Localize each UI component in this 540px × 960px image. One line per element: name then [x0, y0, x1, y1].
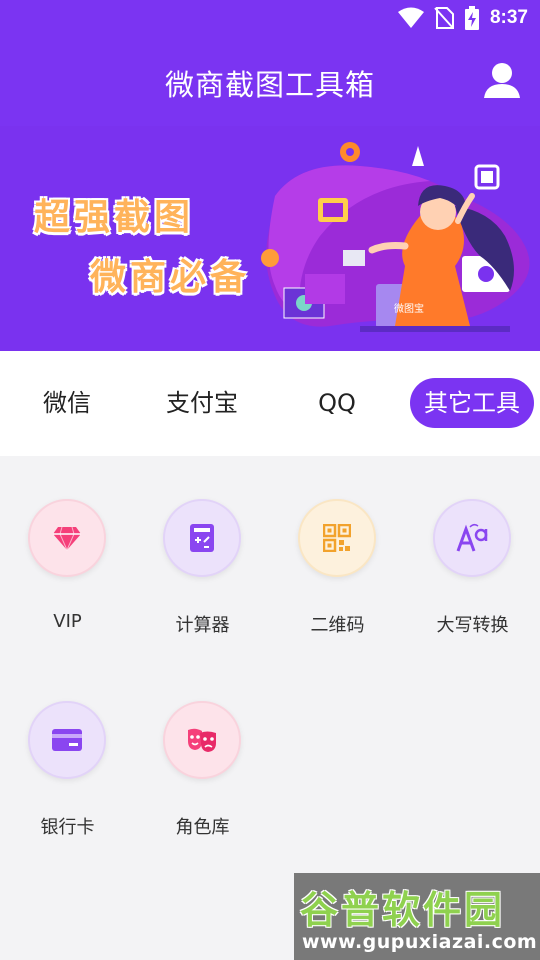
tool-label: 角色库 [175, 817, 230, 838]
category-tabs: 微信 支付宝 QQ 其它工具 [0, 351, 540, 456]
banner-laptop-label: 微图宝 [394, 304, 424, 315]
watermark: 谷普软件园 www.gupuxiazai.com [294, 873, 540, 960]
tool-label: 计算器 [175, 615, 230, 636]
qr-code-icon [323, 524, 351, 552]
wifi-icon [397, 7, 424, 28]
tool-icon-wrap [163, 701, 241, 779]
diamond-icon [53, 526, 81, 551]
status-bar: 8:37 [0, 0, 540, 36]
tool-label: 银行卡 [40, 817, 95, 838]
user-icon[interactable] [482, 60, 522, 100]
banner-subheadline: 微商必备 [90, 257, 251, 298]
tab-other-tools[interactable]: 其它工具 [410, 378, 534, 428]
status-time: 8:37 [489, 7, 528, 28]
watermark-url: www.gupuxiazai.com [302, 931, 538, 953]
watermark-title: 谷普软件园 [300, 888, 506, 932]
tab-wechat[interactable]: 微信 [17, 378, 117, 428]
no-sim-icon [434, 7, 454, 29]
app-bar: 微商截图工具箱 [0, 36, 540, 126]
bank-card-icon [52, 729, 82, 751]
tool-label: 二维码 [310, 615, 365, 636]
tab-alipay[interactable]: 支付宝 [152, 378, 252, 428]
banner-headline: 超强截图 [34, 197, 195, 238]
status-icons: 8:37 [397, 6, 528, 30]
promo-banner[interactable]: 超强截图 微商必备 微图宝 [0, 126, 540, 351]
tool-label: 大写转换 [436, 615, 509, 636]
text-case-icon [456, 523, 488, 552]
tab-qq[interactable]: QQ [287, 378, 387, 428]
tool-icon-wrap [433, 499, 511, 577]
battery-charging-icon [464, 6, 479, 30]
masks-icon [188, 728, 216, 752]
page-title: 微商截图工具箱 [164, 68, 375, 102]
tool-icon-wrap [28, 701, 106, 779]
tool-label: VIP [53, 611, 82, 632]
tool-icon-wrap [298, 499, 376, 577]
calculator-icon [190, 524, 214, 552]
tool-icon-wrap [28, 499, 106, 577]
tool-icon-wrap [163, 499, 241, 577]
